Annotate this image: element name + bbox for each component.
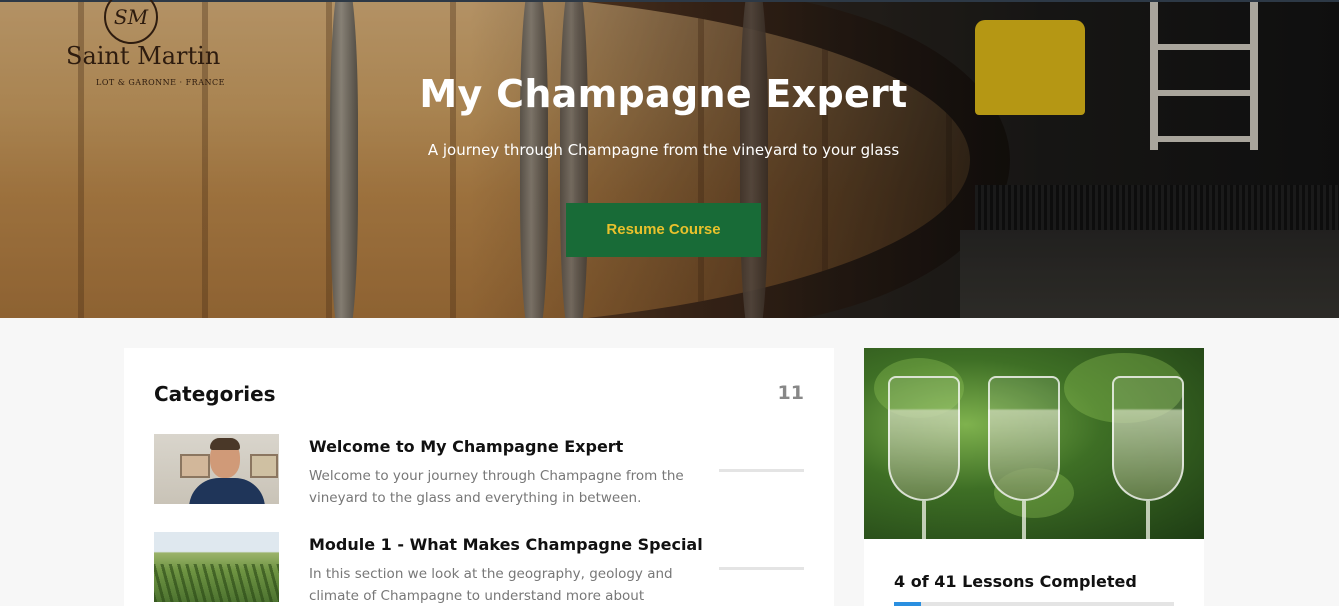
hero-overlay: [0, 0, 1339, 318]
course-title: My Champagne Expert: [419, 72, 908, 116]
champagne-glasses-image: [864, 348, 1204, 539]
glass-stem: [1022, 501, 1026, 539]
categories-count: 11: [777, 382, 804, 404]
glass-stem: [1146, 501, 1150, 539]
resume-course-button[interactable]: Resume Course: [566, 203, 761, 257]
lessons-progress-bar: [894, 602, 1174, 606]
champagne-glass: [988, 376, 1060, 539]
glass-stem: [922, 501, 926, 539]
vine-rows: [154, 564, 279, 602]
glass-bowl: [888, 376, 960, 501]
category-description: Welcome to your journey through Champagn…: [309, 468, 684, 506]
categories-card: Categories 11 Welcome to My Champagne Ex…: [124, 348, 834, 606]
glass-bowl: [988, 376, 1060, 501]
wall-frame: [250, 454, 278, 478]
category-progress-bar: [719, 567, 804, 570]
category-name[interactable]: Module 1 - What Makes Champagne Special: [309, 535, 703, 554]
vineyard-thumbnail[interactable]: [154, 532, 279, 602]
category-item[interactable]: Welcome to My Champagne Expert Welcome t…: [154, 434, 804, 514]
categories-title: Categories: [154, 382, 276, 406]
lessons-progress-fill: [894, 602, 922, 606]
lessons-completed-text: 4 of 41 Lessons Completed: [894, 572, 1137, 591]
category-name[interactable]: Welcome to My Champagne Expert: [309, 437, 623, 456]
category-item[interactable]: Module 1 - What Makes Champagne Special …: [154, 532, 804, 606]
course-progress-card: 4 of 41 Lessons Completed: [864, 348, 1204, 606]
category-progress-bar: [719, 469, 804, 472]
wall-frame: [180, 454, 210, 478]
hero-banner: SM Saint Martin LOT & GARONNE · FRANCE M…: [0, 0, 1339, 318]
glass-bowl: [1112, 376, 1184, 501]
presenter-body: [189, 478, 265, 504]
course-subtitle: A journey through Champagne from the vin…: [427, 141, 900, 159]
presenter-hair: [210, 438, 240, 450]
champagne-glass: [1112, 376, 1184, 539]
presenter-thumbnail[interactable]: [154, 434, 279, 504]
category-description: In this section we look at the geography…: [309, 566, 673, 604]
champagne-glass: [888, 376, 960, 539]
